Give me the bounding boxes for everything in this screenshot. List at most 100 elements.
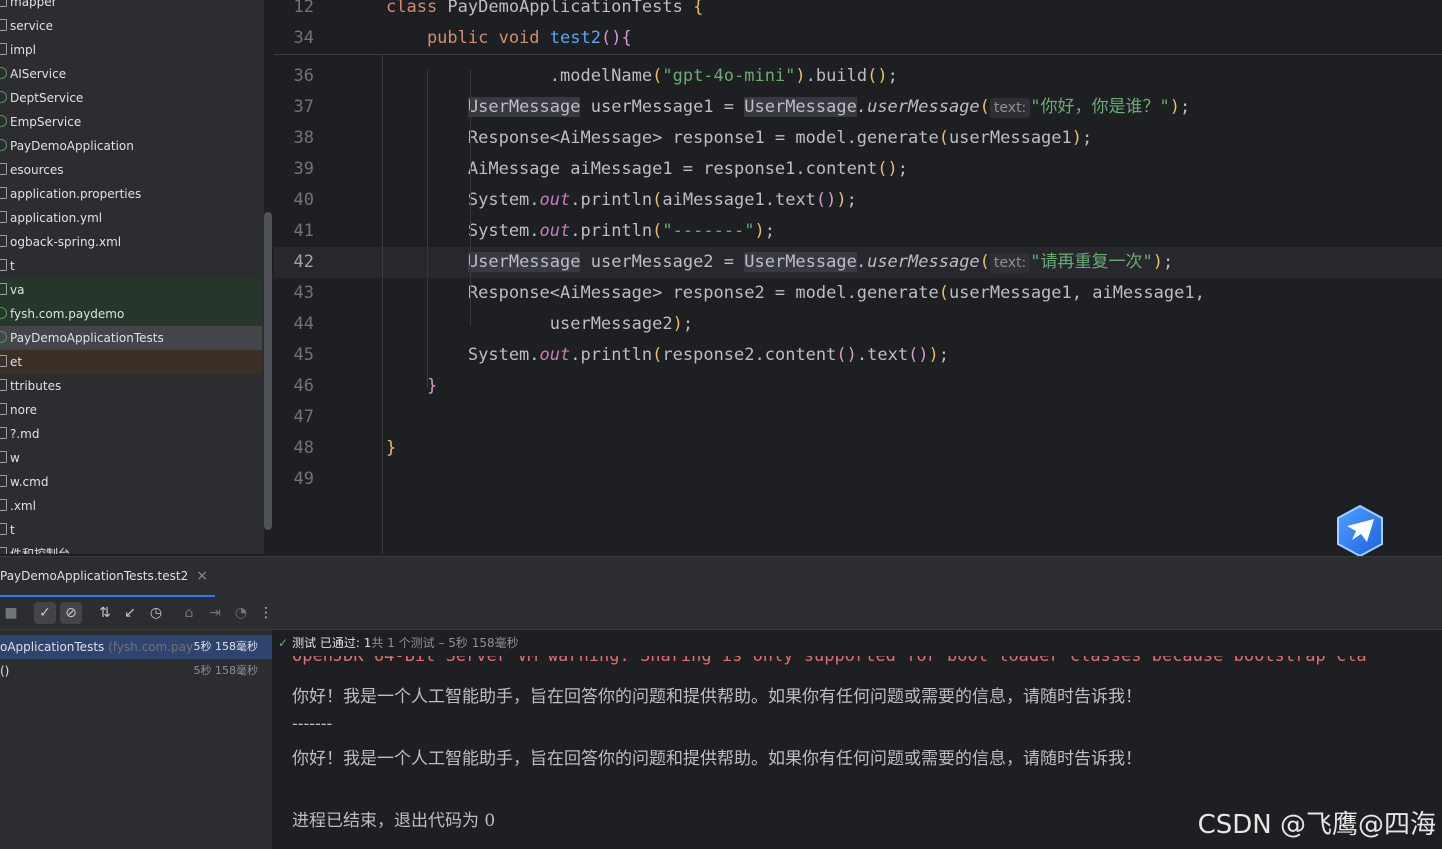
code-line[interactable]: 38 Response<AiMessage> response1 = model…	[274, 123, 1442, 154]
tree-item[interactable]: application.yml	[0, 206, 262, 230]
code-token: )	[836, 190, 847, 210]
code-token: AiMessage aiMessage1 = response1.content	[386, 159, 878, 179]
collapse-icon[interactable]: ↙	[119, 602, 141, 624]
code-line[interactable]: 37 UserMessage userMessage1 = UserMessag…	[274, 92, 1442, 123]
code-line[interactable]: 12 class PayDemoApplicationTests {	[274, 0, 1442, 24]
line-number: 36	[293, 66, 314, 86]
code-line[interactable]: 34 public void test2(){	[274, 23, 1442, 55]
tree-item-label: t	[10, 259, 15, 273]
tree-item[interactable]: .xml	[0, 494, 262, 518]
tree-item[interactable]: 件和控制台	[0, 542, 262, 554]
code-line[interactable]: 42 UserMessage userMessage2 = UserMessag…	[274, 247, 1442, 278]
folder-icon	[0, 43, 7, 55]
code-text: class PayDemoApplicationTests {	[386, 0, 703, 23]
close-icon[interactable]: ×	[196, 568, 208, 584]
export-icon[interactable]: ⇥	[204, 602, 226, 624]
code-line[interactable]: 49	[274, 464, 1442, 495]
tree-item[interactable]: w	[0, 446, 262, 470]
tree-item-label: esources	[10, 163, 64, 177]
tree-item[interactable]: mapper	[0, 0, 262, 14]
code-token: (	[979, 97, 990, 117]
code-text: AiMessage aiMessage1 = response1.content…	[386, 154, 908, 185]
test-result-row[interactable]: () 5秒 158毫秒	[0, 659, 272, 683]
line-number: 38	[293, 128, 314, 148]
tree-item[interactable]: ?.md	[0, 422, 262, 446]
code-text: userMessage2);	[386, 309, 693, 340]
project-tree-scrollbar[interactable]	[264, 212, 272, 530]
screenshot-icon[interactable]: ⌂	[178, 602, 200, 624]
code-token: .text	[856, 345, 909, 365]
code-token: ;	[682, 314, 694, 334]
tree-item-label: w.cmd	[10, 475, 49, 489]
class-icon	[0, 331, 7, 343]
code-token: ()	[877, 159, 898, 179]
test-result-row[interactable]: oApplicationTests (fysh.com.pay 5秒 158毫秒	[0, 635, 272, 659]
code-token: (	[938, 283, 949, 303]
code-token: UserMessage	[744, 252, 857, 272]
tree-item[interactable]: et	[0, 350, 262, 374]
package-icon	[0, 307, 7, 319]
code-token: public void	[386, 28, 550, 48]
tree-item[interactable]: application.properties	[0, 182, 262, 206]
code-line[interactable]: 40 System.out.println(aiMessage1.text())…	[274, 185, 1442, 216]
tree-item[interactable]: EmpService	[0, 110, 262, 134]
run-tab[interactable]: PayDemoApplicationTests.test2 ×	[0, 557, 215, 597]
history-icon[interactable]: ◷	[145, 602, 167, 624]
tree-item[interactable]: PayDemoApplicationTests	[0, 326, 262, 350]
code-token: out	[539, 221, 571, 241]
file-icon	[0, 211, 7, 223]
code-line[interactable]: 36 .modelName("gpt-4o-mini").build();	[274, 61, 1442, 92]
tree-item[interactable]: esources	[0, 158, 262, 182]
code-line[interactable]: 43 Response<AiMessage> response2 = model…	[274, 278, 1442, 309]
stop-icon[interactable]: ■	[0, 602, 22, 624]
tree-item[interactable]: w.cmd	[0, 470, 262, 494]
tree-item[interactable]: ttributes	[0, 374, 262, 398]
tree-item[interactable]: service	[0, 14, 262, 38]
line-number: 39	[293, 159, 314, 179]
code-token: ;	[1082, 128, 1093, 148]
code-line[interactable]: 47	[274, 402, 1442, 433]
code-token: Response<AiMessage> response2 = model.ge…	[386, 283, 939, 303]
tree-item[interactable]: AIService	[0, 62, 262, 86]
ai-assistant-bird-icon[interactable]	[1334, 504, 1386, 558]
code-line[interactable]: 45 System.out.println(response2.content(…	[274, 340, 1442, 371]
code-token: userMessage1, aiMessage1,	[948, 283, 1205, 303]
code-text: System.out.println(aiMessage1.text());	[386, 185, 857, 216]
more-icon[interactable]: ⋮	[255, 602, 277, 624]
tree-item[interactable]: impl	[0, 38, 262, 62]
code-token: )	[795, 66, 806, 86]
code-token: )	[1152, 252, 1164, 272]
code-line[interactable]: 44 userMessage2);	[274, 309, 1442, 340]
tree-item[interactable]: ogback-spring.xml	[0, 230, 262, 254]
tree-item[interactable]: va	[0, 278, 262, 302]
tree-item[interactable]: t	[0, 518, 262, 542]
show-ignored-icon[interactable]: ⊘	[60, 602, 82, 624]
coverage-icon[interactable]: ◔	[230, 602, 252, 624]
code-token: System.	[386, 190, 540, 210]
tree-item[interactable]: t	[0, 254, 262, 278]
code-line[interactable]: 46 }	[274, 371, 1442, 402]
tree-item[interactable]: nore	[0, 398, 262, 422]
watermark: CSDN @飞鹰@四海	[1197, 810, 1436, 840]
tree-item[interactable]: fysh.com.paydemo	[0, 302, 262, 326]
code-token: (	[652, 221, 663, 241]
project-tree: mapper service impl AIService DeptService Emp…	[0, 0, 264, 554]
tree-item-label: t	[10, 523, 15, 537]
tree-item[interactable]: DeptService	[0, 86, 262, 110]
tree-item-label: 件和控制台	[10, 547, 71, 554]
test-status: ✓ 测试 已通过: 1共 1 个测试 – 5秒 158毫秒	[278, 634, 519, 651]
tree-item-label: w	[10, 451, 20, 465]
gutter-divider	[382, 54, 383, 554]
sort-icon[interactable]: ⇅	[94, 602, 116, 624]
code-line[interactable]: 39 AiMessage aiMessage1 = response1.cont…	[274, 154, 1442, 185]
line-number: 44	[293, 314, 314, 334]
tree-item-label: AIService	[10, 67, 67, 81]
file-icon	[0, 475, 7, 487]
code-token: "请再重复一次"	[1030, 252, 1153, 272]
code-line[interactable]: 48}	[274, 433, 1442, 464]
show-passed-icon[interactable]: ✓	[34, 602, 56, 624]
code-editor[interactable]: 12 class PayDemoApplicationTests {34 publ…	[274, 0, 1442, 554]
tree-item[interactable]: PayDemoApplication	[0, 134, 262, 158]
code-line[interactable]: 41 System.out.println("-------");	[274, 216, 1442, 247]
line-number: 12	[293, 0, 314, 17]
